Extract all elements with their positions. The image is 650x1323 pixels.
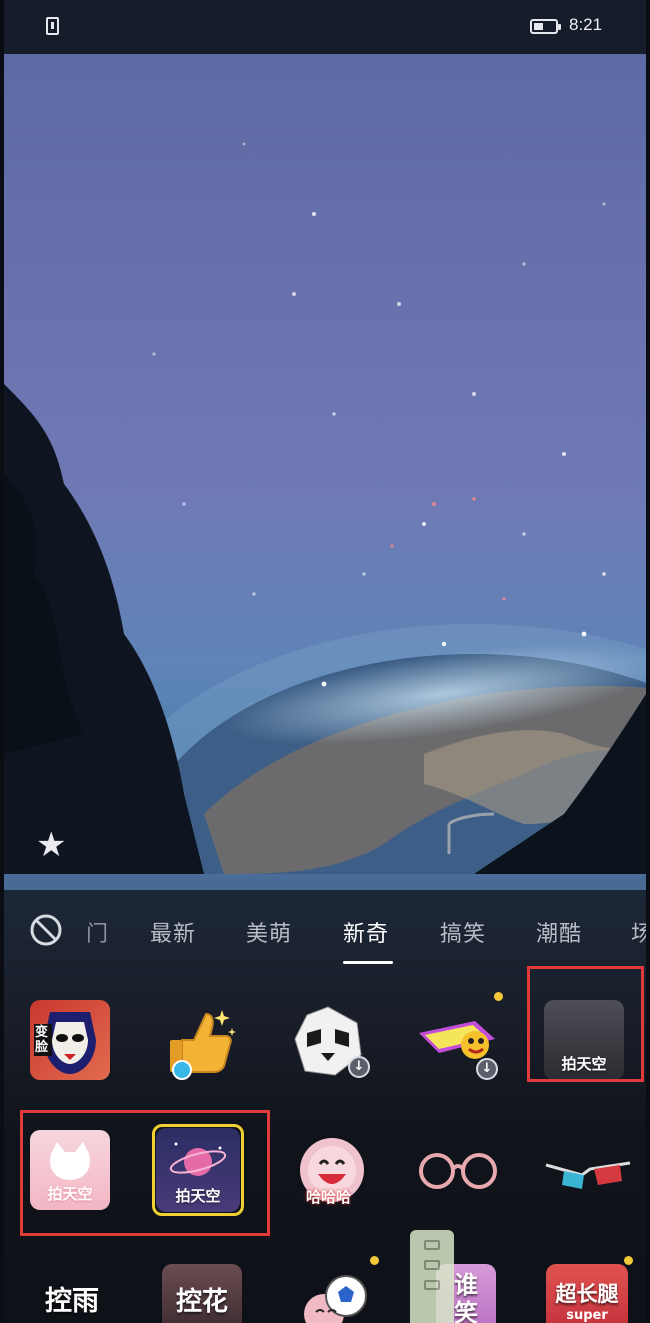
- thumbs-up-icon: [170, 1010, 236, 1080]
- planet-icon: [169, 1142, 227, 1176]
- shoot-sky-planet-label: 拍天空: [175, 1187, 221, 1205]
- sim-alert-icon: [46, 17, 59, 35]
- shoot-sky-a-thumb: 拍天空: [544, 1000, 624, 1080]
- download-icon: ↓: [476, 1058, 498, 1080]
- effect-3d-glasses[interactable]: [540, 1122, 636, 1218]
- tab-cool[interactable]: 潮酷: [536, 916, 582, 948]
- long-legs-label: 超长腿: [555, 1281, 619, 1306]
- no-effect-icon[interactable]: [30, 914, 62, 946]
- effect-face-change[interactable]: 变脸: [22, 992, 118, 1088]
- effect-glasses[interactable]: [410, 1122, 506, 1218]
- long-legs-sub: super: [566, 1307, 608, 1323]
- new-badge-dot: [494, 992, 503, 1001]
- category-tabs: 门 最新 美萌 新奇 搞笑 潮酷 场: [4, 890, 646, 970]
- active-tab-underline: [343, 961, 393, 964]
- chat-icon[interactable]: [424, 1240, 440, 1250]
- effect-shoot-sky-cat[interactable]: 拍天空: [24, 1122, 120, 1218]
- favorite-star-icon[interactable]: ★: [36, 828, 66, 862]
- tab-novelty[interactable]: 新奇: [343, 916, 389, 948]
- shoot-sky-planet-thumb: 拍天空: [156, 1128, 240, 1212]
- long-legs-thumb: 超长腿 super: [546, 1264, 628, 1323]
- effect-control-flower[interactable]: 控花: [154, 1250, 250, 1323]
- tab-partial-left[interactable]: 门: [86, 916, 108, 948]
- effect-shoot-sky-planet[interactable]: 拍天空: [150, 1122, 246, 1218]
- effect-football[interactable]: [286, 1250, 382, 1323]
- effect-sticker-card[interactable]: ↓: [410, 992, 506, 1088]
- download-icon: ↓: [348, 1056, 370, 1078]
- round-glasses-icon: [419, 1153, 497, 1189]
- home-icon[interactable]: [424, 1260, 440, 1270]
- tab-funny[interactable]: 搞笑: [440, 916, 486, 948]
- haha-label: 哈哈哈: [306, 1188, 352, 1206]
- tab-cute[interactable]: 美萌: [246, 916, 292, 948]
- shoot-sky-a-label: 拍天空: [561, 1055, 607, 1073]
- battery-icon: [530, 19, 561, 34]
- control-flower-label: 控花: [175, 1286, 228, 1317]
- 3d-glasses-icon: [545, 1161, 631, 1189]
- tab-latest[interactable]: 最新: [150, 916, 196, 948]
- cat-icon: [49, 1142, 91, 1180]
- effect-thumbs-up[interactable]: [152, 992, 248, 1088]
- control-flower-thumb: 控花: [162, 1264, 242, 1323]
- shoot-sky-cat-label: 拍天空: [47, 1185, 93, 1203]
- list-icon[interactable]: [424, 1280, 440, 1290]
- night-sky-scene: [4, 142, 646, 874]
- status-time: 8:21: [569, 15, 603, 34]
- new-badge-dot: [624, 1256, 633, 1265]
- control-rain-label: 控雨: [45, 1285, 99, 1317]
- status-bar: 8:21: [4, 0, 646, 54]
- new-badge-dot: [370, 1256, 379, 1265]
- face-change-thumb: 变脸: [30, 1000, 110, 1080]
- face-change-label: 变脸: [34, 1024, 52, 1056]
- effect-haha[interactable]: 哈哈哈: [284, 1122, 380, 1218]
- football-icon: [304, 1275, 367, 1323]
- tab-partial-right[interactable]: 场: [631, 916, 646, 948]
- floating-toolbar[interactable]: [410, 1230, 454, 1323]
- shoot-sky-cat-thumb: 拍天空: [30, 1130, 110, 1210]
- effect-shoot-sky-a[interactable]: 拍天空: [540, 992, 636, 1088]
- effect-long-legs[interactable]: 超长腿 super: [540, 1250, 636, 1323]
- who-laughs-label: 谁笑: [454, 1271, 478, 1323]
- effect-control-rain[interactable]: 控雨: [24, 1250, 120, 1323]
- screen: 8:21 ★ 门 最新 美萌 新奇 搞笑 潮酷 场 变脸 ↓ ↓ 拍天空 拍天空…: [4, 0, 646, 1323]
- effect-panda[interactable]: ↓: [280, 992, 376, 1088]
